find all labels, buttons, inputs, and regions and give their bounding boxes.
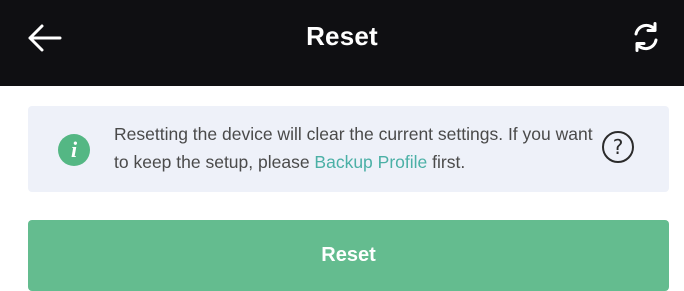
question-circle-icon[interactable]: ? (602, 131, 634, 163)
top-bar: Reset (0, 0, 684, 86)
reset-button[interactable]: Reset (28, 220, 669, 291)
backup-profile-link[interactable]: Backup Profile (314, 152, 427, 172)
notice-text: Resetting the device will clear the curr… (114, 120, 604, 176)
info-icon: i (58, 134, 90, 166)
refresh-button[interactable] (626, 17, 666, 57)
reset-warning-notice: i Resetting the device will clear the cu… (28, 106, 669, 192)
page-title: Reset (306, 21, 378, 51)
notice-text-after: first. (427, 152, 466, 172)
refresh-icon (634, 22, 658, 52)
